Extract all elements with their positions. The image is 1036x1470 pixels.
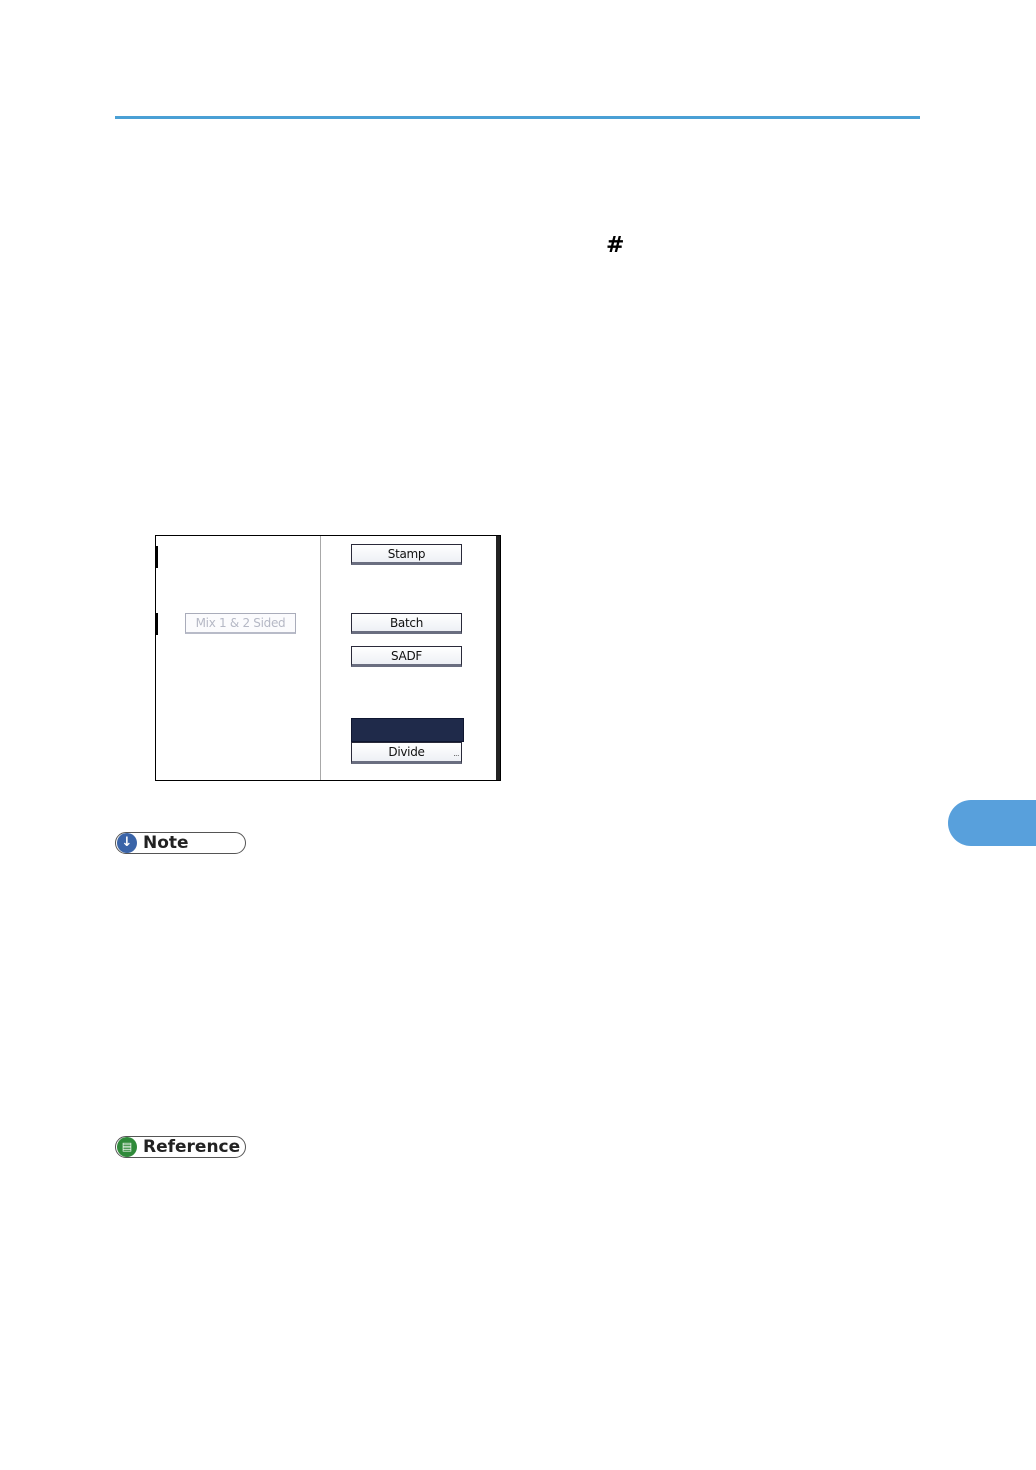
selected-option-block[interactable]: [351, 718, 464, 742]
more-options-icon: ···: [453, 752, 459, 760]
panel-divider: [320, 536, 321, 780]
chapter-tab: [948, 800, 1036, 846]
divide-button-label: Divide: [388, 745, 425, 759]
stamp-button[interactable]: Stamp: [351, 544, 462, 565]
header-rule: [115, 116, 920, 119]
panel-edge-mark: [156, 546, 158, 568]
panel-edge-mark: [156, 613, 158, 635]
sadf-button[interactable]: SADF: [351, 646, 462, 667]
document-icon: ▤: [117, 1137, 137, 1157]
reference-heading: ▤ Reference: [115, 1136, 246, 1158]
reference-label: Reference: [143, 1137, 241, 1157]
note-heading: ↓ Note: [115, 832, 246, 854]
mix-1-2-sided-button[interactable]: Mix 1 & 2 Sided: [185, 613, 296, 634]
note-label: Note: [143, 833, 189, 853]
panel-scrollbar[interactable]: [496, 536, 500, 780]
scan-settings-panel: Mix 1 & 2 Sided Stamp Batch SADF Divide …: [155, 535, 501, 781]
divide-button[interactable]: Divide ···: [351, 742, 462, 764]
batch-button[interactable]: Batch: [351, 613, 462, 634]
hash-key-symbol: #: [606, 233, 625, 258]
down-arrow-icon: ↓: [117, 833, 137, 853]
